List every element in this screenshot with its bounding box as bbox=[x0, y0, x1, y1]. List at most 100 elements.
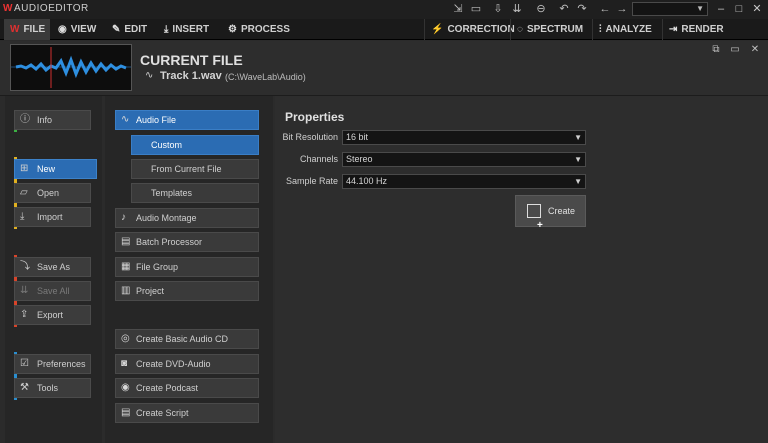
button-label: Batch Processor bbox=[136, 237, 203, 247]
folder-icon: ▱ bbox=[20, 187, 28, 198]
tab-spectrum[interactable]: ◌ SPECTRUM bbox=[510, 19, 590, 40]
tools-icon: ⚒ bbox=[20, 382, 29, 393]
button-label: Save As bbox=[37, 262, 71, 272]
undo-icon[interactable]: ↶ bbox=[557, 2, 571, 16]
create-script-button[interactable]: ▤ Create Script bbox=[115, 403, 259, 423]
bit-resolution-select[interactable]: 16 bit ▼ bbox=[342, 130, 586, 145]
tab-analyze[interactable]: ⫶ ANALYZE bbox=[592, 19, 660, 40]
tab-process[interactable]: ⚙ PROCESS bbox=[222, 19, 294, 40]
save-all-button[interactable]: ⇊ Save All bbox=[14, 281, 91, 301]
new-button[interactable]: ⊞ New bbox=[14, 159, 97, 179]
new-file-icon: ⊞ bbox=[20, 163, 29, 174]
tab-label: VIEW bbox=[70, 24, 97, 35]
window-panel-icon[interactable]: ▭ bbox=[729, 44, 741, 56]
button-label: Create Basic Audio CD bbox=[136, 334, 229, 344]
export-button[interactable]: ⇪ Export bbox=[14, 305, 91, 325]
tab-label: RENDER bbox=[681, 24, 724, 35]
select-value: 44.100 Hz bbox=[346, 176, 388, 186]
tab-insert[interactable]: ⤓ INSERT bbox=[158, 19, 220, 40]
project-button[interactable]: ▥ Project bbox=[115, 281, 259, 301]
gears-icon: ⚙ bbox=[228, 24, 237, 35]
audio-file-button[interactable]: ∿ Audio File bbox=[115, 110, 259, 130]
create-basic-audio-cd-button[interactable]: ◎ Create Basic Audio CD bbox=[115, 329, 259, 349]
project-icon: ▥ bbox=[121, 285, 131, 296]
chevron-down-icon: ▼ bbox=[574, 155, 582, 164]
analyze-icon: ⫶ bbox=[599, 24, 602, 35]
checklist-icon: ☑ bbox=[20, 358, 29, 369]
button-label: New bbox=[37, 164, 56, 174]
tab-view[interactable]: ◉ VIEW bbox=[52, 19, 104, 40]
import-icon: ⤓ bbox=[20, 211, 25, 222]
create-button[interactable]: + Create bbox=[515, 195, 586, 231]
track-name: Track 1.wav bbox=[160, 70, 222, 82]
tab-render[interactable]: ⇥ RENDER bbox=[662, 19, 730, 40]
close-panel-icon[interactable]: ✕ bbox=[749, 44, 761, 56]
tab-file[interactable]: W FILE bbox=[4, 19, 50, 40]
back-icon[interactable]: ← bbox=[598, 2, 612, 16]
button-label: Audio Montage bbox=[136, 213, 197, 223]
eye-icon: ◉ bbox=[58, 24, 67, 35]
properties-panel bbox=[275, 96, 768, 443]
select-value: Stereo bbox=[346, 154, 373, 164]
sample-rate-select[interactable]: 44.100 Hz ▼ bbox=[342, 174, 586, 189]
create-dvd-audio-button[interactable]: ◙ Create DVD-Audio bbox=[115, 354, 259, 374]
app-logo-icon: W bbox=[3, 3, 13, 14]
preferences-button[interactable]: ☑ Preferences bbox=[14, 354, 91, 374]
script-icon: ▤ bbox=[121, 407, 131, 418]
save-all-icon[interactable]: ⇊ bbox=[510, 2, 524, 16]
button-label: Audio File bbox=[136, 115, 177, 125]
restore-panel-icon[interactable]: ⧉ bbox=[710, 44, 722, 56]
audio-montage-button[interactable]: ♪ Audio Montage bbox=[115, 208, 259, 228]
tools-button[interactable]: ⚒ Tools bbox=[14, 378, 91, 398]
dvd-icon: ◙ bbox=[121, 358, 128, 369]
from-current-file-button[interactable]: From Current File bbox=[131, 159, 259, 179]
custom-button[interactable]: Custom bbox=[131, 135, 259, 155]
chevron-down-icon: ▼ bbox=[574, 133, 582, 142]
export-icon: ⇪ bbox=[20, 309, 29, 320]
batch-icon: ▤ bbox=[121, 236, 131, 247]
open-button[interactable]: ▱ Open bbox=[14, 183, 91, 203]
tab-label: INSERT bbox=[172, 24, 210, 35]
close-window-icon[interactable]: ✕ bbox=[749, 1, 765, 17]
save-icon[interactable]: ⇩ bbox=[491, 2, 505, 16]
chevron-down-icon: ▼ bbox=[574, 177, 582, 186]
preset-dropdown[interactable]: ▼ bbox=[632, 2, 708, 16]
import-button[interactable]: ⤓ Import bbox=[14, 207, 91, 227]
redo-icon[interactable]: ↷ bbox=[575, 2, 589, 16]
open-folder-icon[interactable]: ▭ bbox=[469, 2, 483, 16]
button-label: From Current File bbox=[151, 164, 222, 174]
sample-rate-label: Sample Rate bbox=[285, 176, 338, 186]
tab-correction[interactable]: ⚡ CORRECTION bbox=[424, 19, 515, 40]
button-label: Create Script bbox=[136, 408, 189, 418]
button-label: Open bbox=[37, 188, 60, 198]
page-title: CURRENT FILE bbox=[140, 52, 243, 68]
tab-label: EDIT bbox=[124, 24, 148, 35]
montage-icon: ♪ bbox=[121, 212, 126, 223]
file-group-button[interactable]: ▦ File Group bbox=[115, 257, 259, 277]
forward-icon[interactable]: → bbox=[615, 2, 629, 16]
tab-label: PROCESS bbox=[240, 24, 290, 35]
create-podcast-button[interactable]: ◉ Create Podcast bbox=[115, 378, 259, 398]
bit-resolution-label: Bit Resolution bbox=[282, 132, 338, 142]
audio-file-icon: ∿ bbox=[145, 70, 154, 81]
track-path: (C:\WaveLab\Audio) bbox=[225, 72, 306, 82]
templates-button[interactable]: Templates bbox=[131, 183, 259, 203]
save-as-button[interactable]: ⤵ Save As bbox=[14, 257, 91, 277]
wave-icon: ∿ bbox=[121, 114, 130, 125]
cd-icon: ◎ bbox=[121, 333, 130, 344]
button-label: Templates bbox=[151, 188, 193, 198]
tab-label: SPECTRUM bbox=[526, 24, 584, 35]
file-group-icon: ▦ bbox=[121, 261, 131, 272]
bolt-icon: ⚡ bbox=[431, 24, 444, 35]
button-label: Create bbox=[548, 206, 576, 216]
batch-processor-button[interactable]: ▤ Batch Processor bbox=[115, 232, 259, 252]
maximize-icon[interactable]: □ bbox=[731, 1, 747, 17]
record-icon[interactable]: ⊖ bbox=[534, 2, 548, 16]
info-button[interactable]: ⓘ Info bbox=[14, 110, 91, 130]
new-file-icon[interactable]: ⇲ bbox=[451, 2, 465, 16]
button-label: Tools bbox=[37, 383, 59, 393]
waveform-thumbnail[interactable] bbox=[10, 44, 132, 91]
minimize-icon[interactable]: – bbox=[713, 1, 729, 17]
tab-edit[interactable]: ✎ EDIT bbox=[106, 19, 156, 40]
channels-select[interactable]: Stereo ▼ bbox=[342, 152, 586, 167]
